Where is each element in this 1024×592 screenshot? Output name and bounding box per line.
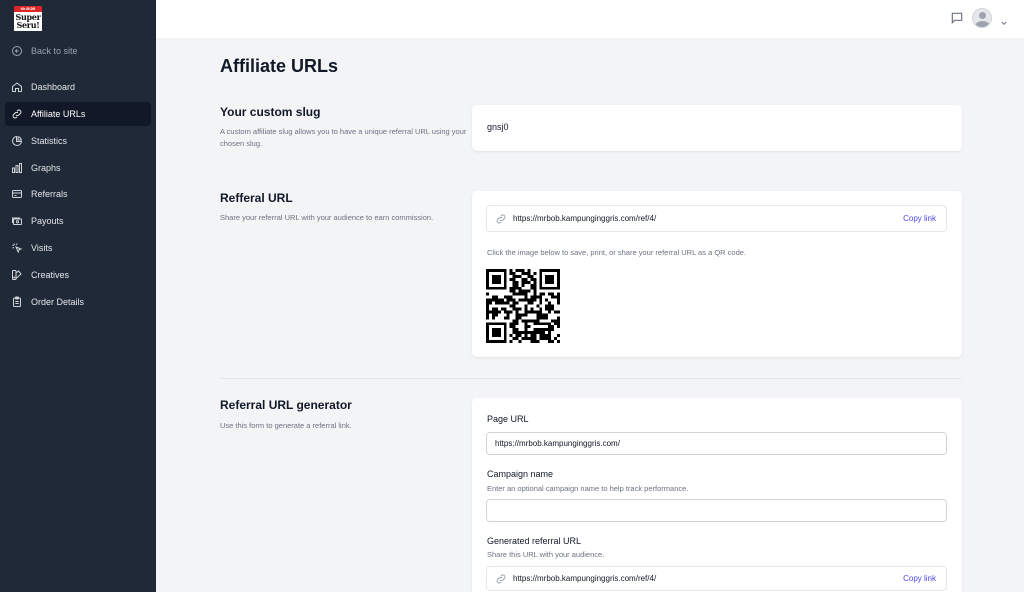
referral-section-title: Refferal URL bbox=[220, 191, 293, 205]
chat-icon[interactable] bbox=[950, 11, 964, 25]
credit-card-icon bbox=[11, 188, 23, 200]
referral-url-text: https://mrbob.kampunginggris.com/ref/4/ bbox=[513, 214, 657, 223]
slug-section-title: Your custom slug bbox=[220, 105, 321, 119]
sidebar-item-graphs[interactable]: Graphs bbox=[5, 156, 151, 180]
home-icon bbox=[11, 81, 23, 93]
top-bar bbox=[156, 0, 1024, 38]
referral-section-description: Share your referral URL with your audien… bbox=[220, 213, 434, 222]
sidebar-item-label: Order Details bbox=[31, 297, 85, 307]
page-title: Affiliate URLs bbox=[220, 56, 339, 76]
sidebar-item-label: Affiliate URLs bbox=[31, 109, 86, 119]
link-icon bbox=[495, 213, 507, 225]
top-bar-actions bbox=[950, 8, 1008, 28]
logo-line-2: Seru! bbox=[16, 20, 40, 30]
sidebar: Mr.BOB Super Seru! Back to site Dashboar… bbox=[0, 0, 156, 592]
sidebar-item-creatives[interactable]: Creatives bbox=[5, 263, 151, 287]
generator-section-title: Referral URL generator bbox=[220, 398, 352, 412]
sidebar-item-label: Dashboard bbox=[31, 82, 76, 92]
sidebar-item-label: Referrals bbox=[31, 189, 68, 199]
brand-logo[interactable]: Mr.BOB Super Seru! bbox=[14, 6, 42, 36]
bar-chart-icon bbox=[11, 162, 23, 174]
sidebar-item-dashboard[interactable]: Dashboard bbox=[5, 75, 151, 99]
referral-url-box: https://mrbob.kampunginggris.com/ref/4/ … bbox=[486, 205, 947, 232]
chevron-down-icon[interactable] bbox=[1000, 14, 1008, 26]
page-url-input[interactable] bbox=[486, 432, 947, 455]
sidebar-item-visits[interactable]: Visits bbox=[5, 236, 151, 260]
sidebar-item-label: Payouts bbox=[31, 216, 64, 226]
sidebar-item-label: Statistics bbox=[31, 136, 68, 146]
sidebar-item-order-details[interactable]: Order Details bbox=[5, 290, 151, 314]
logo-wordmark: Super Seru! bbox=[14, 12, 42, 31]
qr-hint: Click the image below to save, print, or… bbox=[487, 248, 746, 257]
sidebar-item-affiliate-urls[interactable]: Affiliate URLs bbox=[5, 102, 151, 126]
cursor-click-icon bbox=[11, 242, 23, 254]
link-icon bbox=[11, 108, 23, 120]
qr-code-image[interactable] bbox=[486, 269, 560, 343]
pie-chart-icon bbox=[11, 135, 23, 147]
back-to-site-link[interactable]: Back to site bbox=[5, 39, 151, 63]
generator-section-description: Use this form to generate a referral lin… bbox=[220, 421, 352, 430]
clipboard-icon bbox=[11, 296, 23, 308]
slug-card: gnsj0 bbox=[472, 105, 962, 151]
page-url-label: Page URL bbox=[487, 414, 529, 424]
generated-url-text: https://mrbob.kampunginggris.com/ref/4/ bbox=[513, 574, 657, 583]
user-avatar[interactable] bbox=[972, 8, 992, 28]
generated-url-box: https://mrbob.kampunginggris.com/ref/4/ … bbox=[486, 566, 947, 591]
campaign-name-help: Enter an optional campaign name to help … bbox=[487, 484, 689, 493]
arrow-circle-left-icon bbox=[11, 45, 23, 57]
back-to-site-label: Back to site bbox=[31, 46, 78, 56]
link-icon bbox=[495, 573, 507, 585]
referral-url-card: https://mrbob.kampunginggris.com/ref/4/ … bbox=[472, 191, 962, 357]
generator-card: Page URL Campaign name Enter an optional… bbox=[472, 398, 962, 592]
sidebar-item-label: Creatives bbox=[31, 270, 70, 280]
sidebar-item-payouts[interactable]: Payouts bbox=[5, 209, 151, 233]
campaign-name-label: Campaign name bbox=[487, 469, 554, 479]
sidebar-item-label: Visits bbox=[31, 243, 53, 253]
sidebar-item-referrals[interactable]: Referrals bbox=[5, 182, 151, 206]
generated-url-help: Share this URL with your audience. bbox=[487, 550, 605, 559]
slug-section-description: A custom affiliate slug allows you to ha… bbox=[220, 127, 467, 148]
color-swatch-icon bbox=[11, 269, 23, 281]
copy-link-button[interactable]: Copy link bbox=[903, 214, 936, 223]
section-divider bbox=[220, 378, 962, 379]
slug-value[interactable]: gnsj0 bbox=[487, 122, 509, 132]
sidebar-item-label: Graphs bbox=[31, 163, 61, 173]
sidebar-item-statistics[interactable]: Statistics bbox=[5, 129, 151, 153]
generated-url-label: Generated referral URL bbox=[487, 536, 582, 546]
campaign-name-input[interactable] bbox=[486, 499, 947, 522]
copy-generated-link-button[interactable]: Copy link bbox=[903, 574, 936, 583]
cash-icon bbox=[11, 215, 23, 227]
